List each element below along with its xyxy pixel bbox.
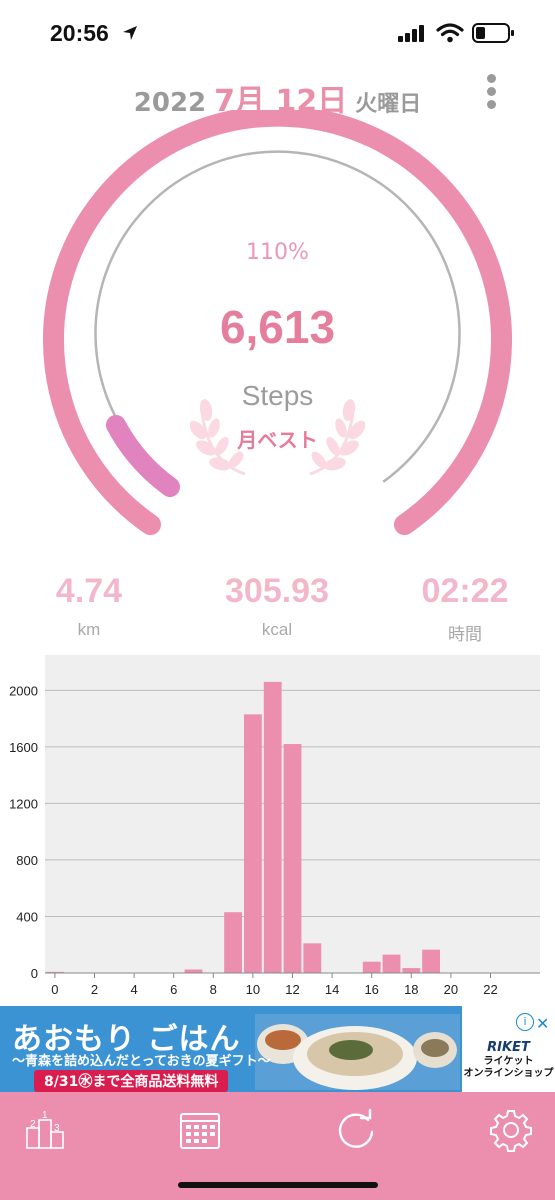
hourly-steps-chart: 0 400 800 1200 1600 2000 0 2 4 6 8 10 12 14 16 18 20 22	[9, 655, 540, 997]
chart-x-tick-label: 20	[444, 982, 458, 997]
refresh-icon[interactable]	[334, 1108, 378, 1152]
monthly-best-badge: 月ベスト	[237, 428, 318, 452]
chart-y-tick-label: 800	[16, 853, 38, 868]
chart-bar	[184, 969, 203, 973]
duration-value: 02:22	[421, 572, 509, 610]
chart-bar	[243, 714, 262, 973]
ad-subtitle: ～青森を詰め込んだとっておきの夏ギフト～	[12, 1054, 271, 1069]
chart-x-tick-label: 12	[285, 982, 299, 997]
calendar-icon[interactable]	[178, 1108, 222, 1152]
chart-bar	[303, 943, 322, 973]
chart-x-tick-label: 8	[210, 982, 217, 997]
chart-x-tick-label: 4	[130, 982, 137, 997]
chart-x-tick-label: 22	[483, 982, 497, 997]
calories-unit: kcal	[261, 620, 293, 639]
more-menu-icon[interactable]	[478, 74, 504, 114]
svg-text:1: 1	[42, 1110, 48, 1121]
ranking-icon[interactable]: 213	[24, 1108, 68, 1152]
duration-unit: 時間	[448, 625, 482, 644]
chart-x-tick-label: 6	[170, 982, 177, 997]
battery-icon	[472, 23, 514, 43]
svg-text:3: 3	[54, 1123, 60, 1134]
status-time: 20:56	[50, 20, 109, 46]
chart-y-tick-label: 0	[31, 966, 38, 981]
ad-shop-label: ライケット オンラインショップ	[463, 1056, 554, 1079]
settings-icon[interactable]	[489, 1108, 533, 1152]
chart-bar	[422, 949, 441, 973]
location-arrow-icon	[123, 26, 137, 40]
chart-bar	[382, 954, 401, 973]
goal-percent: 110%	[246, 240, 309, 265]
ad-info-icon[interactable]: i	[516, 1013, 534, 1031]
chart-x-tick-label: 0	[51, 982, 58, 997]
ad-food-photo	[255, 1014, 460, 1090]
home-indicator	[178, 1182, 378, 1188]
svg-text:2: 2	[30, 1119, 36, 1130]
chart-x-tick-label: 16	[364, 982, 378, 997]
signal-icon	[398, 25, 424, 42]
ad-banner[interactable]: あおもり ごはん ～青森を詰め込んだとっておきの夏ギフト～ 8/31㊌まで全商品…	[0, 1006, 555, 1092]
chart-bar	[362, 961, 381, 973]
chart-x-tick-label: 10	[246, 982, 260, 997]
chart-y-tick-label: 1200	[9, 796, 38, 811]
chart-bar	[283, 744, 302, 973]
ad-close-icon[interactable]: ✕	[536, 1014, 549, 1033]
calories-value: 305.93	[225, 572, 329, 610]
ad-promo: 8/31㊌まで全商品送料無料	[34, 1070, 229, 1092]
chart-x-tick-label: 2	[91, 982, 98, 997]
chart-bar	[263, 681, 282, 973]
chart-y-tick-label: 1600	[9, 740, 38, 755]
chart-bar	[224, 912, 243, 973]
chart-bar	[402, 968, 421, 973]
chart-x-tick-label: 18	[404, 982, 418, 997]
step-count: 6,613	[219, 301, 336, 353]
ad-brand: RIKET	[487, 1040, 530, 1055]
chart-y-tick-label: 400	[16, 909, 38, 924]
distance-value: 4.74	[55, 572, 123, 610]
chart-y-tick-label: 2000	[9, 683, 38, 698]
distance-unit: km	[77, 620, 101, 639]
chart-x-tick-label: 14	[325, 982, 339, 997]
wifi-icon	[436, 23, 464, 43]
